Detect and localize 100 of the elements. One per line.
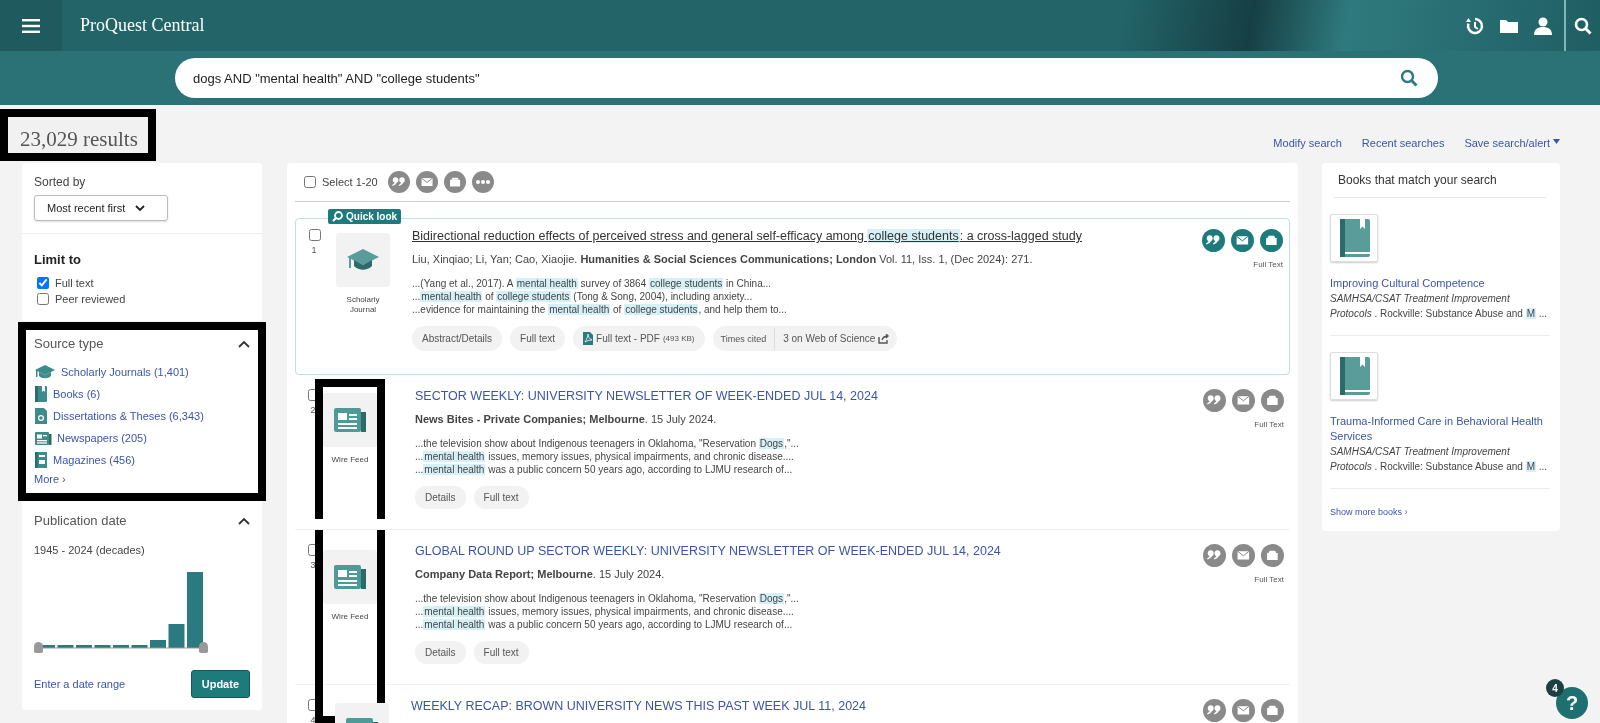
more-link[interactable]: More › bbox=[34, 473, 250, 485]
history-icon bbox=[1466, 16, 1484, 35]
document-thumbnail[interactable] bbox=[323, 550, 377, 604]
panel-title: Books that match your search bbox=[1334, 163, 1546, 198]
cite-button[interactable] bbox=[1202, 229, 1225, 252]
snippet-text: ...mental health of college students (Tong & Song, 2004), including anxiety... bbox=[412, 290, 754, 303]
header-link[interactable]: Recent searches bbox=[1361, 137, 1445, 149]
email-button[interactable] bbox=[1231, 229, 1254, 252]
action-link[interactable]: Full text bbox=[510, 326, 566, 351]
section-title: Publication date bbox=[34, 513, 127, 528]
citation-text: Company Data Report; Melbourne. 15 July 2024. bbox=[415, 568, 666, 580]
menu-button[interactable] bbox=[0, 0, 62, 51]
book-cover[interactable] bbox=[1330, 214, 1378, 262]
action-link[interactable]: Full text bbox=[473, 486, 529, 509]
newspaper-icon bbox=[333, 406, 367, 434]
update-button[interactable]: Update bbox=[190, 670, 250, 698]
folder-icon bbox=[1499, 17, 1519, 34]
search-field[interactable]: dogs AND "mental health" AND "college students" bbox=[175, 58, 1438, 98]
slider-handle[interactable] bbox=[199, 642, 208, 653]
more-button[interactable] bbox=[471, 171, 494, 193]
checkbox[interactable] bbox=[37, 277, 49, 289]
snippet-text: ...(Yang et al., 2017). A mental health survey of 3864 college students in China... bbox=[412, 277, 773, 290]
result-title-link[interactable]: SECTOR WEEKLY: UNIVERSITY NEWSLETTER OF WEEK-ENDED JUL 14, 2024 bbox=[415, 389, 1184, 403]
date-range-link[interactable]: Enter a date range bbox=[34, 678, 126, 690]
sort-dropdown[interactable]: Most recent first bbox=[34, 195, 168, 221]
collapse-button[interactable] bbox=[238, 339, 250, 348]
person-icon bbox=[1534, 16, 1552, 35]
newspaper-icon bbox=[34, 430, 52, 446]
email-button[interactable] bbox=[415, 171, 438, 193]
histogram-bar bbox=[113, 645, 129, 648]
histogram-bar bbox=[94, 645, 111, 648]
availability-label: Full Text bbox=[1254, 575, 1284, 584]
source-type-link[interactable]: Newspapers (205) bbox=[34, 427, 250, 449]
availability-label: Full Text bbox=[1253, 260, 1283, 269]
book-cover[interactable] bbox=[1330, 352, 1378, 400]
inbox-icon bbox=[1264, 233, 1279, 248]
cite-button[interactable] bbox=[1203, 544, 1226, 567]
snippet-text: ...mental health issues, memory issues, physical impairments, and chronic disease.... bbox=[415, 450, 795, 463]
book-title-link[interactable]: Trauma-Informed Care in Behavioral Health Services bbox=[1330, 414, 1550, 444]
source-type-link[interactable]: Scholarly Journals (1,401) bbox=[34, 361, 250, 383]
inbox-icon bbox=[1265, 548, 1280, 563]
quick-look-button[interactable]: Quick look bbox=[328, 209, 402, 224]
email-button[interactable] bbox=[1232, 699, 1255, 722]
result-title-link[interactable]: GLOBAL ROUND UP SECTOR WEEKLY: UNIVERSITY NEWSLETTER OF WEEK-ENDED JUL 14, 2024 bbox=[415, 544, 1184, 558]
document-thumbnail[interactable] bbox=[323, 393, 377, 447]
document-type-label: Scholarly Journal bbox=[345, 295, 381, 315]
source-type-link[interactable]: Magazines (456) bbox=[34, 449, 250, 471]
chevron-up-icon bbox=[238, 516, 250, 525]
cite-button[interactable] bbox=[387, 171, 410, 193]
slider-handle[interactable] bbox=[34, 642, 43, 653]
source-type-link[interactable]: Books (6) bbox=[34, 383, 250, 405]
certificate-icon bbox=[34, 407, 48, 425]
cite-button[interactable] bbox=[1203, 389, 1226, 412]
checkbox[interactable] bbox=[37, 293, 49, 305]
result-title-link[interactable]: WEEKLY RECAP: BROWN UNIVERSITY NEWS THIS PAST WEEK JUL 11, 2024 bbox=[411, 699, 1184, 713]
notification-badge: 4 bbox=[1546, 679, 1564, 697]
availability-label: Full Text bbox=[1254, 420, 1284, 429]
citation-text: Liu, Xinqiao; Li, Yan; Cao, Xiaojie. Humanities & Social Sciences Communications; London Vol. 11, Iss. 1, (Dec 2024): 271. bbox=[412, 253, 1034, 265]
histogram-bar bbox=[57, 645, 74, 648]
header-link[interactable]: Save search/alert bbox=[1464, 137, 1560, 149]
snippet-text: ...mental health was a public concern 50 years ago, according to LJMU research of... bbox=[415, 618, 794, 631]
sort-label: Sorted by bbox=[34, 175, 87, 189]
save-button[interactable] bbox=[1261, 699, 1284, 722]
result-title-link[interactable]: Bidirectional reduction effects of perceived stress and general self-efficacy among college students: a cross-lagged study bbox=[412, 229, 1183, 243]
graduation-cap-icon bbox=[34, 364, 56, 380]
chevron-up-icon bbox=[238, 339, 250, 348]
pdf-link[interactable]: Full text - PDF (493 KB) bbox=[573, 326, 705, 351]
checkbox[interactable] bbox=[304, 176, 316, 188]
action-link[interactable]: Details bbox=[415, 641, 466, 664]
cite-button[interactable] bbox=[1203, 699, 1226, 722]
email-button[interactable] bbox=[1232, 544, 1255, 567]
document-thumbnail[interactable] bbox=[336, 233, 390, 287]
action-link[interactable]: Abstract/Details bbox=[412, 326, 503, 351]
snippet-text: ...mental health issues, memory issues, physical impairments, and chronic disease.... bbox=[415, 605, 795, 618]
brand-title[interactable]: ProQuest Central bbox=[80, 15, 205, 36]
inbox-icon bbox=[1265, 703, 1280, 718]
checkbox-label: Select 1-20 bbox=[322, 176, 378, 188]
section-title: Source type bbox=[34, 336, 104, 351]
checkbox-label: Full text bbox=[55, 277, 94, 289]
save-button[interactable] bbox=[443, 171, 466, 193]
checkbox[interactable] bbox=[308, 229, 321, 241]
email-button[interactable] bbox=[1232, 389, 1255, 412]
results-count: 23,029 results bbox=[0, 109, 156, 161]
source-type-link[interactable]: Dissertations & Theses (6,343) bbox=[34, 405, 250, 427]
show-more-link[interactable]: Show more books › bbox=[1330, 507, 1550, 517]
search-icon bbox=[1574, 16, 1592, 35]
web-of-science-link[interactable]: 3 on Web of Science bbox=[775, 327, 898, 350]
newspaper-icon bbox=[333, 563, 367, 591]
book-icon bbox=[34, 385, 48, 403]
book-title-link[interactable]: Improving Cultural Competence bbox=[1330, 276, 1550, 291]
action-link[interactable]: Full text bbox=[473, 641, 529, 664]
collapse-button[interactable] bbox=[238, 516, 250, 525]
book-citation: SAMHSA/CSAT Treatment Improvement Protocols . Rockville: Substance Abuse and M ... bbox=[1330, 292, 1549, 321]
save-button[interactable] bbox=[1261, 389, 1284, 412]
chevron-down-icon bbox=[135, 204, 146, 212]
save-button[interactable] bbox=[1261, 544, 1284, 567]
header-link[interactable]: Modify search bbox=[1273, 137, 1342, 149]
action-link[interactable]: Details bbox=[415, 486, 466, 509]
save-button[interactable] bbox=[1260, 229, 1283, 252]
caret-icon bbox=[1553, 138, 1560, 144]
